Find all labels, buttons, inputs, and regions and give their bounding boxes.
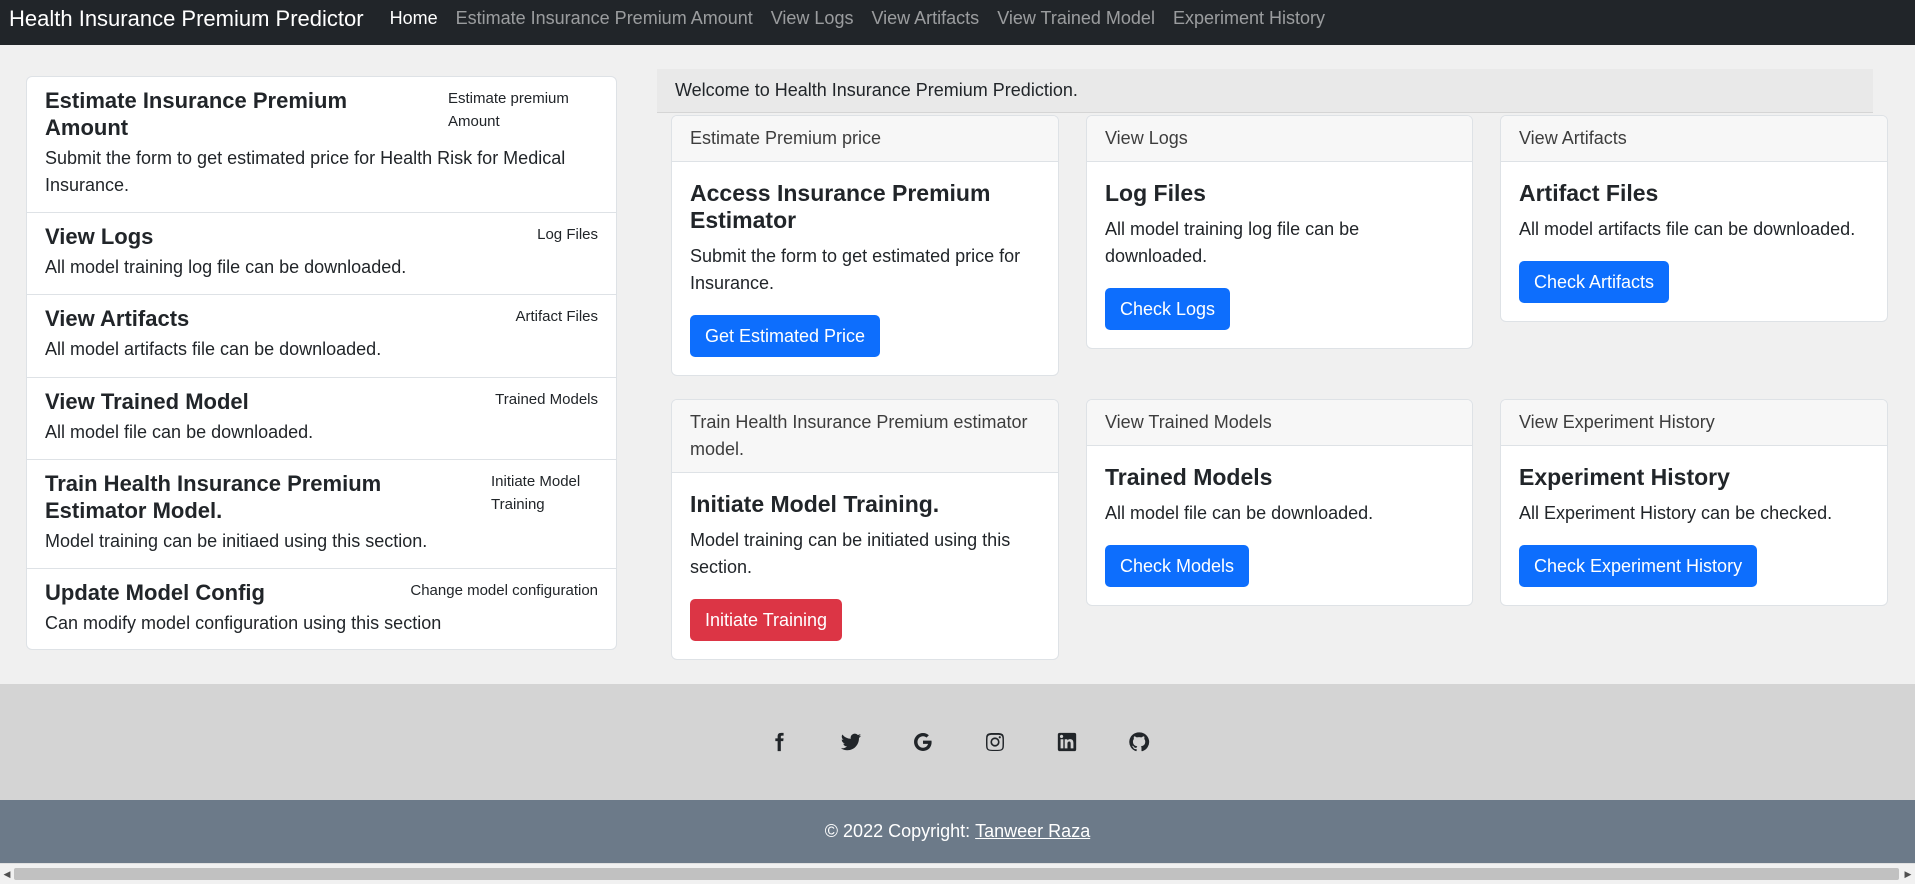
get-estimated-price-button[interactable]: Get Estimated Price [690, 315, 881, 357]
card-body: Experiment History All Experiment Histor… [1501, 446, 1887, 605]
list-item-header: Estimate Insurance Premium Amount Estima… [45, 87, 598, 141]
nav-link-view-artifacts[interactable]: View Artifacts [871, 8, 979, 29]
card-header: Estimate Premium price [672, 116, 1058, 162]
sidebar-list-group: Estimate Insurance Premium Amount Estima… [26, 76, 617, 650]
card-title: Access Insurance Premium Estimator [690, 180, 991, 233]
list-item-badge: Change model configuration [410, 582, 598, 599]
check-artifacts-button[interactable]: Check Artifacts [1519, 261, 1670, 303]
list-item-description: All model training log file can be downl… [45, 257, 407, 277]
nav-link-estimate-premium[interactable]: Estimate Insurance Premium Amount [456, 8, 753, 29]
list-item-estimate-premium[interactable]: Estimate Insurance Premium Amount Estima… [27, 77, 616, 213]
card-header: View Logs [1087, 116, 1472, 162]
card-title: Artifact Files [1519, 180, 1659, 206]
list-item-badge: Initiate Model Training [491, 473, 581, 513]
scroll-right-arrow-icon[interactable]: ▶ [1903, 868, 1913, 880]
top-navbar: Health Insurance Premium Predictor Home … [0, 0, 1915, 45]
linkedin-icon[interactable] [1055, 730, 1079, 754]
card-body: Trained Models All model file can be dow… [1087, 446, 1472, 605]
scroll-left-arrow-icon[interactable]: ◀ [2, 868, 12, 880]
card-text: All Experiment History can be checked. [1519, 503, 1833, 523]
initiate-training-button[interactable]: Initiate Training [690, 599, 843, 641]
navbar-brand[interactable]: Health Insurance Premium Predictor [9, 6, 364, 32]
list-item-title: View Artifacts [45, 306, 190, 331]
card-experiment-history: View Experiment History Experiment Histo… [1500, 399, 1888, 606]
list-item-header: View Logs Log Files [45, 223, 598, 250]
card-text: Submit the form to get estimated price f… [690, 246, 1021, 293]
list-item-view-logs[interactable]: View Logs Log Files All model training l… [27, 213, 616, 295]
card-train-model: Train Health Insurance Premium estimator… [671, 399, 1059, 660]
card-header: View Trained Models [1087, 400, 1472, 446]
list-item-header: Train Health Insurance Premium Estimator… [45, 470, 598, 524]
card-view-artifacts: View Artifacts Artifact Files All model … [1500, 115, 1888, 322]
instagram-icon[interactable] [983, 730, 1007, 754]
nav-link-experiment-history[interactable]: Experiment History [1173, 8, 1325, 29]
horizontal-scrollbar[interactable]: ◀ ▶ [0, 863, 1915, 884]
scrollbar-thumb[interactable] [14, 868, 1899, 880]
card-title: Initiate Model Training. [690, 491, 940, 517]
author-link[interactable]: Tanweer Raza [975, 821, 1090, 842]
list-item-title: View Logs [45, 224, 154, 249]
list-item-description: All model artifacts file can be download… [45, 339, 382, 359]
card-header: Train Health Insurance Premium estimator… [672, 400, 1058, 473]
list-item-badge: Log Files [537, 226, 598, 243]
nav-link-view-trained-model[interactable]: View Trained Model [997, 8, 1155, 29]
list-item-description: All model file can be downloaded. [45, 422, 314, 442]
card-title: Experiment History [1519, 464, 1730, 490]
list-item-title: Estimate Insurance Premium Amount [45, 88, 348, 140]
list-item-view-artifacts[interactable]: View Artifacts Artifact Files All model … [27, 295, 616, 378]
list-item-header: View Trained Model Trained Models [45, 388, 598, 415]
list-item-header: Update Model Config Change model configu… [45, 579, 598, 606]
list-item-description: Can modify model configuration using thi… [45, 613, 442, 633]
card-view-logs: View Logs Log Files All model training l… [1086, 115, 1473, 349]
list-item-description: Submit the form to get estimated price f… [45, 148, 566, 195]
card-view-trained-models: View Trained Models Trained Models All m… [1086, 399, 1473, 606]
list-item-badge: Artifact Files [515, 308, 598, 325]
card-body: Access Insurance Premium Estimator Submi… [672, 162, 1058, 375]
card-estimate-premium: Estimate Premium price Access Insurance … [671, 115, 1059, 376]
list-item-update-config[interactable]: Update Model Config Change model configu… [27, 569, 616, 649]
list-item-view-trained-model[interactable]: View Trained Model Trained Models All mo… [27, 378, 616, 460]
card-text: All model artifacts file can be download… [1519, 219, 1856, 239]
card-header: View Artifacts [1501, 116, 1887, 162]
card-title: Trained Models [1105, 464, 1273, 490]
card-body: Log Files All model training log file ca… [1087, 162, 1472, 348]
card-title: Log Files [1105, 180, 1206, 206]
list-item-header: View Artifacts Artifact Files [45, 305, 598, 332]
copyright-text: © 2022 Copyright: [824, 821, 971, 841]
google-icon[interactable] [911, 730, 935, 754]
nav-link-view-logs[interactable]: View Logs [771, 8, 854, 29]
card-text: All model file can be downloaded. [1105, 503, 1374, 523]
card-text: All model training log file can be downl… [1105, 219, 1360, 266]
list-item-title: Train Health Insurance Premium Estimator… [45, 471, 382, 523]
twitter-icon[interactable] [839, 730, 863, 754]
card-text: Model training can be initiated using th… [690, 530, 1011, 577]
card-body: Artifact Files All model artifacts file … [1501, 162, 1887, 321]
list-item-train-model[interactable]: Train Health Insurance Premium Estimator… [27, 460, 616, 569]
social-media-bar [0, 684, 1915, 800]
github-icon[interactable] [1127, 730, 1151, 754]
list-item-title: Update Model Config [45, 580, 265, 605]
list-item-badge: Estimate premium Amount [448, 90, 569, 130]
nav-link-home[interactable]: Home [390, 8, 438, 29]
check-logs-button[interactable]: Check Logs [1105, 288, 1231, 330]
check-models-button[interactable]: Check Models [1105, 545, 1250, 587]
card-body: Initiate Model Training. Model training … [672, 473, 1058, 659]
card-header: View Experiment History [1501, 400, 1887, 446]
facebook-icon[interactable] [767, 730, 791, 754]
welcome-banner: Welcome to Health Insurance Premium Pred… [657, 69, 1873, 113]
list-item-description: Model training can be initiaed using thi… [45, 531, 428, 551]
copyright-bar: © 2022 Copyright: Tanweer Raza [0, 800, 1915, 863]
list-item-title: View Trained Model [45, 389, 249, 414]
list-item-badge: Trained Models [495, 391, 598, 408]
check-experiment-history-button[interactable]: Check Experiment History [1519, 545, 1758, 587]
